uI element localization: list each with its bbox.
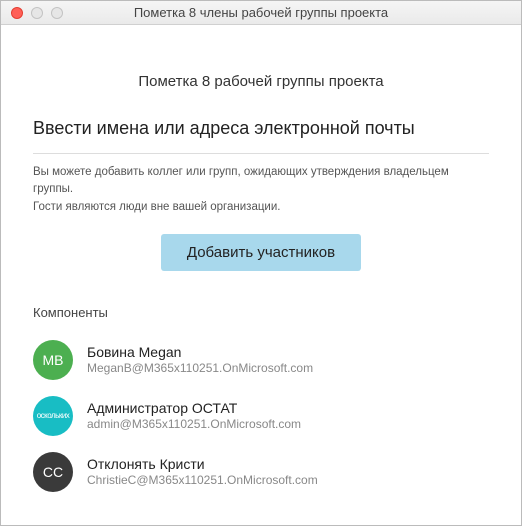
members-section-label: Компоненты bbox=[33, 305, 489, 320]
add-button-row: Добавить участников bbox=[33, 234, 489, 271]
titlebar: Пометка 8 члены рабочей группы проекта bbox=[1, 1, 521, 25]
list-item[interactable]: CC Отклонять Кристи ChristieC@M365x11025… bbox=[33, 444, 489, 500]
member-list: MB Бовина Megan MeganB@M365x110251.OnMic… bbox=[33, 332, 489, 500]
avatar: CC bbox=[33, 452, 73, 492]
divider bbox=[33, 153, 489, 154]
member-email: MeganB@M365x110251.OnMicrosoft.com bbox=[87, 361, 313, 376]
traffic-lights bbox=[1, 7, 63, 19]
minimize-icon[interactable] bbox=[31, 7, 43, 19]
member-info: Администратор ОСТАТ admin@M365x110251.On… bbox=[87, 400, 301, 433]
member-info: Отклонять Кристи ChristieC@M365x110251.O… bbox=[87, 456, 318, 489]
help-text: Вы можете добавить коллег или групп, ожи… bbox=[33, 164, 489, 216]
member-email: admin@M365x110251.OnMicrosoft.com bbox=[87, 417, 301, 432]
add-members-button[interactable]: Добавить участников bbox=[161, 234, 361, 271]
member-name: Администратор ОСТАТ bbox=[87, 400, 301, 418]
input-prompt: Ввести имена или адреса электронной почт… bbox=[33, 118, 489, 139]
help-text-line1: Вы можете добавить коллег или групп, ожи… bbox=[33, 166, 449, 195]
help-text-line2: Гости являются люди вне вашей организаци… bbox=[33, 201, 280, 213]
member-name: Бовина Megan bbox=[87, 344, 313, 362]
list-item[interactable]: оскольких Администратор ОСТАТ admin@M365… bbox=[33, 388, 489, 444]
dialog-window: Пометка 8 члены рабочей группы проекта П… bbox=[0, 0, 522, 526]
avatar: MB bbox=[33, 340, 73, 380]
window-title: Пометка 8 члены рабочей группы проекта bbox=[1, 5, 521, 20]
avatar: оскольких bbox=[33, 396, 73, 436]
member-name: Отклонять Кристи bbox=[87, 456, 318, 474]
page-heading: Пометка 8 рабочей группы проекта bbox=[33, 73, 489, 90]
avatar-initials: MB bbox=[43, 352, 64, 368]
dialog-content: Пометка 8 рабочей группы проекта Ввести … bbox=[1, 25, 521, 525]
avatar-label: оскольких bbox=[37, 411, 70, 420]
list-item[interactable]: MB Бовина Megan MeganB@M365x110251.OnMic… bbox=[33, 332, 489, 388]
avatar-initials: CC bbox=[43, 464, 63, 480]
member-info: Бовина Megan MeganB@M365x110251.OnMicros… bbox=[87, 344, 313, 377]
maximize-icon[interactable] bbox=[51, 7, 63, 19]
close-icon[interactable] bbox=[11, 7, 23, 19]
member-email: ChristieC@M365x110251.OnMicrosoft.com bbox=[87, 473, 318, 488]
